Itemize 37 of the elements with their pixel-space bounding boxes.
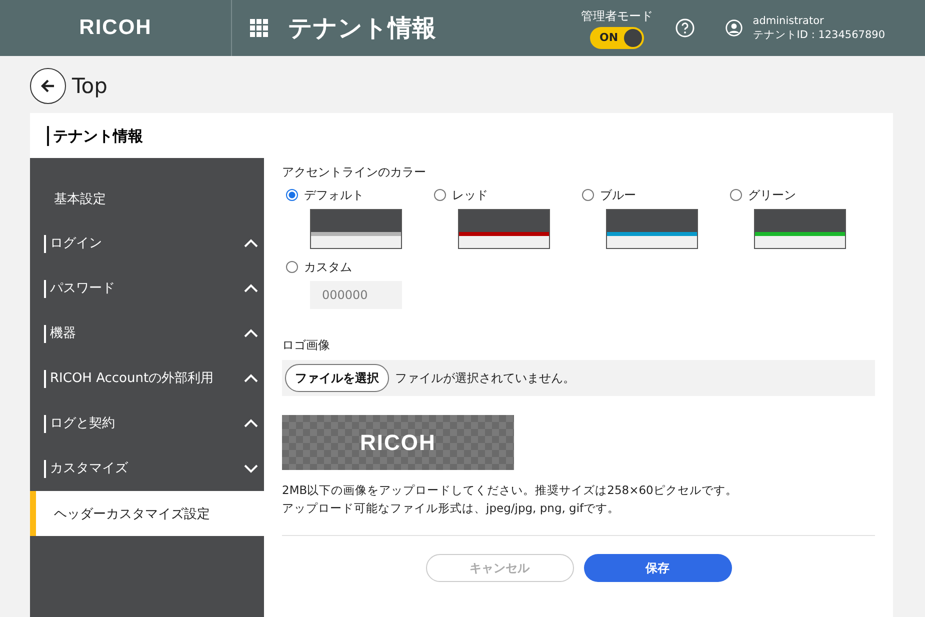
tenant-id: テナントID : 1234567890: [752, 28, 885, 42]
radio-label: レッド: [452, 186, 488, 204]
sidebar-section[interactable]: 機器: [30, 311, 264, 356]
file-status: ファイルが選択されていません。: [395, 370, 575, 386]
radio-button[interactable]: [286, 189, 298, 201]
radio-label: デフォルト: [304, 186, 364, 204]
sidebar-item[interactable]: 基本設定: [30, 176, 264, 221]
sidebar-section[interactable]: カスタマイズ: [30, 446, 264, 491]
card-title: テナント情報: [47, 126, 143, 146]
user-icon[interactable]: [724, 19, 743, 37]
sidebar-section[interactable]: パスワード: [30, 266, 264, 311]
back-label: Top: [72, 74, 108, 98]
radio-button[interactable]: [730, 189, 742, 201]
field-label: ロゴ画像: [282, 337, 331, 354]
radio-button[interactable]: [582, 189, 594, 201]
sidebar-item[interactable]: ヘッダーカスタマイズ設定: [30, 491, 264, 536]
admin-mode-label: 管理者モード: [580, 8, 653, 24]
help-icon[interactable]: [674, 18, 695, 38]
help-text: 2MB以下の画像をアップロードしてください。推奨サイズは258×60ピクセルです。: [282, 482, 738, 499]
sidebar-section[interactable]: ログと契約: [30, 401, 264, 446]
logo-preview: RICOH: [282, 415, 514, 470]
radio-label: ブルー: [600, 186, 636, 204]
radio-button[interactable]: [434, 189, 446, 201]
radio-label: グリーン: [748, 186, 796, 204]
sidebar-section[interactable]: ログイン: [30, 221, 264, 266]
admin-mode-toggle[interactable]: ON: [590, 26, 644, 48]
page-title: テナント情報: [288, 13, 436, 44]
back-button[interactable]: [30, 68, 66, 104]
field-label: アクセントラインのカラー: [282, 164, 427, 181]
logo: RICOH: [79, 16, 152, 40]
choose-file-button[interactable]: ファイルを選択: [285, 364, 389, 392]
sidebar-section[interactable]: RICOH Accountの外部利用: [30, 356, 264, 401]
radio-label: カスタム: [304, 258, 352, 276]
user-name: administrator: [752, 14, 825, 26]
app-grid-icon[interactable]: [250, 19, 268, 37]
save-button[interactable]: 保存: [584, 554, 732, 582]
help-text: アップロード可能なファイル形式は、jpeg/jpg, png, gifです。: [282, 500, 621, 517]
